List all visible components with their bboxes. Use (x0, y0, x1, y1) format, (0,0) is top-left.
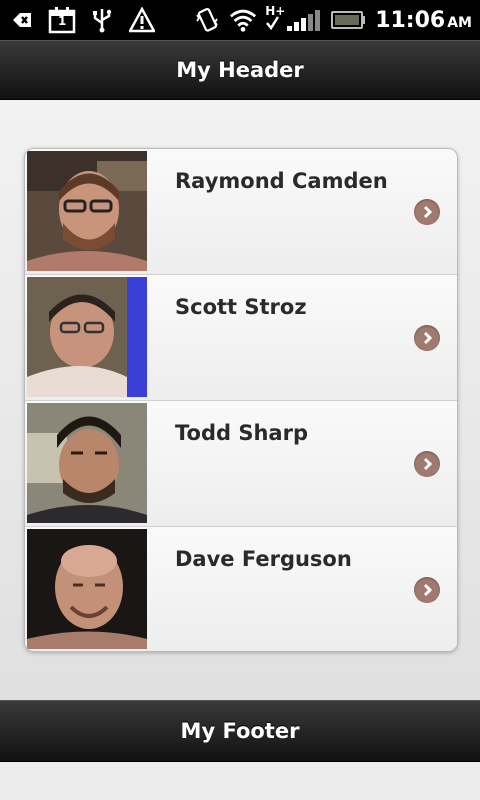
contact-name: Todd Sharp (175, 421, 308, 445)
battery-icon (331, 6, 367, 34)
page-footer: My Footer (0, 700, 480, 762)
chevron-right-icon[interactable] (414, 325, 440, 351)
clock-ampm: AM (447, 14, 472, 31)
contact-name: Scott Stroz (175, 295, 307, 319)
calendar-day: 1 (58, 14, 67, 28)
page-header: My Header (0, 40, 480, 100)
chevron-right-icon[interactable] (414, 451, 440, 477)
hplus-signal-icon: H+ (265, 4, 323, 34)
list-item[interactable]: Dave Ferguson (25, 527, 457, 651)
calendar-icon: 1 (48, 6, 76, 34)
contact-list: Raymond Camden Scott Stroz Todd Sharp Da… (24, 148, 458, 652)
wifi-icon (229, 6, 257, 34)
clock-time: 11:06 (375, 7, 446, 33)
contact-name: Raymond Camden (175, 169, 388, 193)
clock: 11:06 AM (375, 8, 472, 33)
usb-icon (88, 6, 116, 34)
warning-icon (128, 6, 156, 34)
avatar (27, 403, 147, 523)
back-arrow-icon (8, 6, 36, 34)
chevron-right-icon[interactable] (414, 199, 440, 225)
header-title: My Header (176, 58, 304, 82)
chevron-right-icon[interactable] (414, 577, 440, 603)
list-item[interactable]: Raymond Camden (25, 149, 457, 275)
network-label: H+ (265, 4, 286, 18)
status-bar: 1 H+ 11:06 AM (0, 0, 480, 40)
list-item[interactable]: Todd Sharp (25, 401, 457, 527)
list-item[interactable]: Scott Stroz (25, 275, 457, 401)
avatar (27, 277, 147, 397)
avatar (27, 151, 147, 271)
contact-name: Dave Ferguson (175, 547, 352, 571)
vibrate-icon (193, 6, 221, 34)
avatar (27, 529, 147, 649)
footer-title: My Footer (180, 719, 300, 743)
bottom-strip (0, 762, 480, 800)
